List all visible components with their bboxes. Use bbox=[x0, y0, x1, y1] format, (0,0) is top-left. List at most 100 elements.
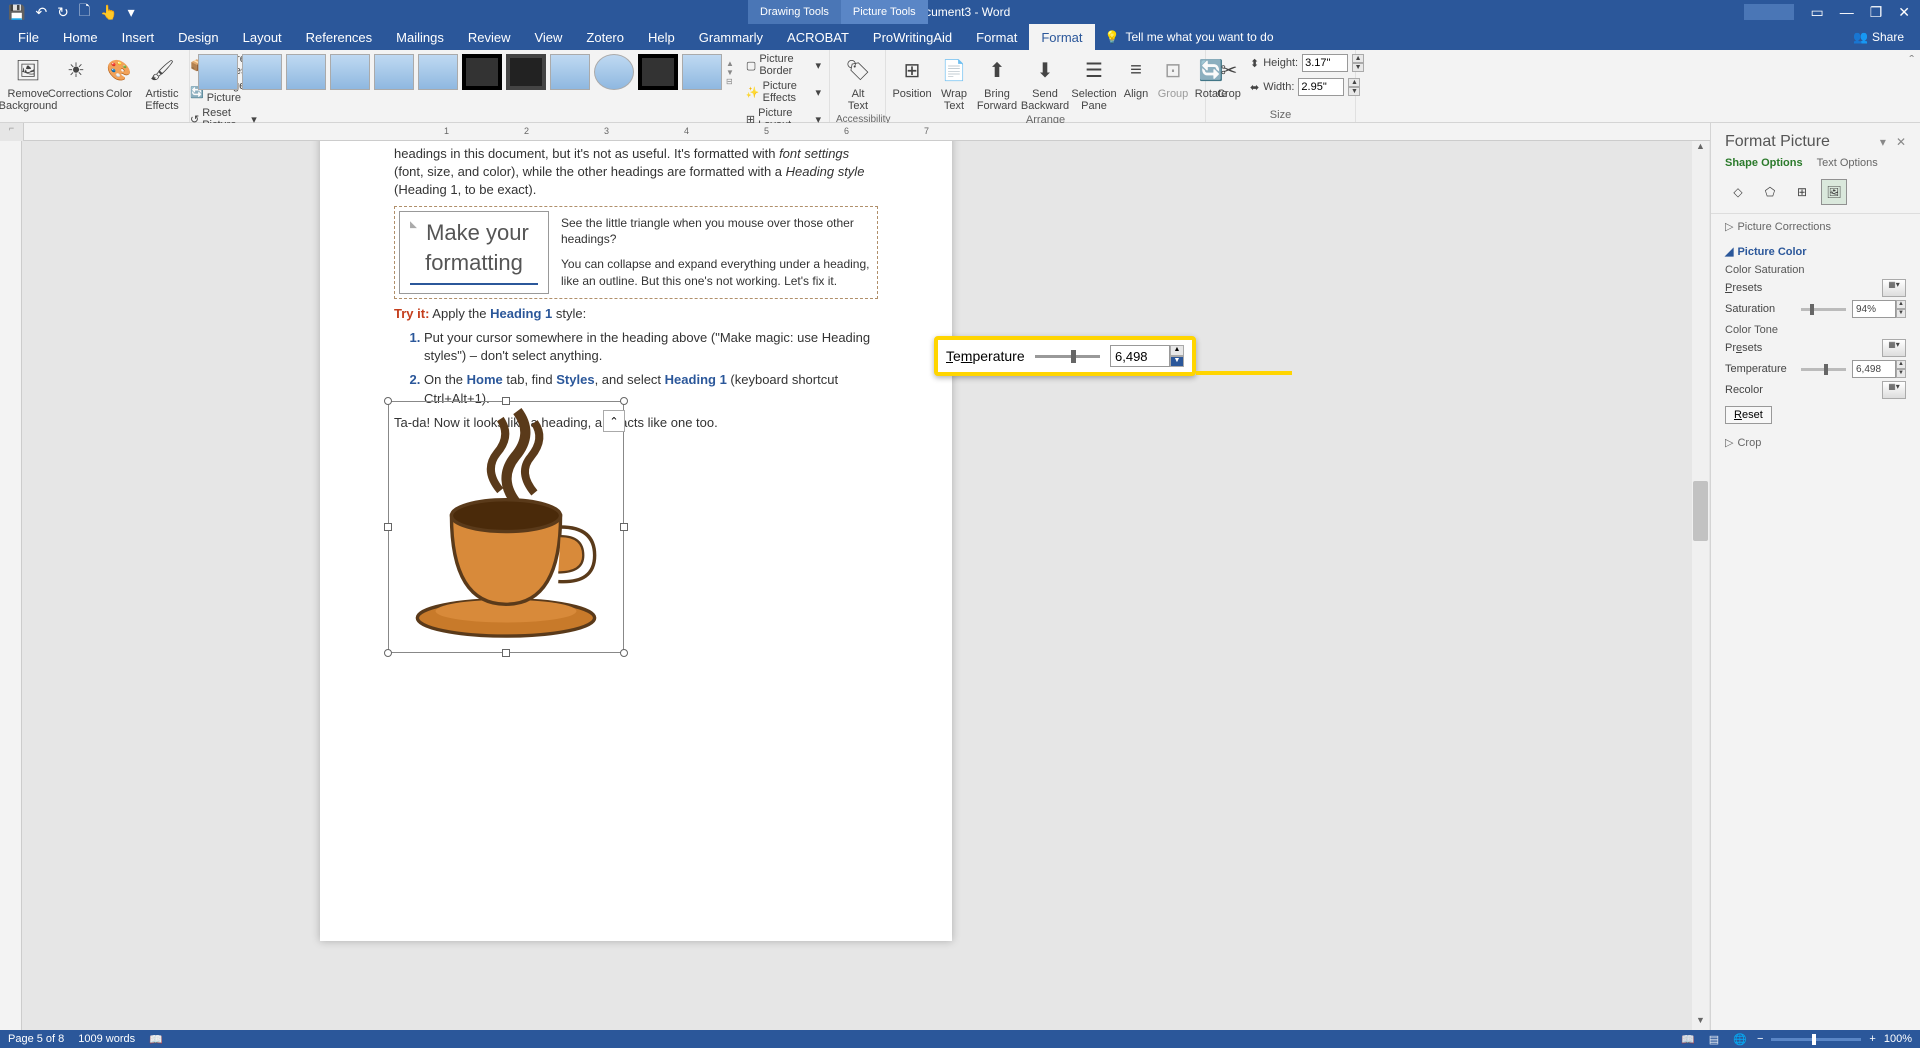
height-input[interactable] bbox=[1302, 54, 1348, 72]
undo-icon[interactable]: ↶ bbox=[35, 4, 47, 21]
style-thumb-8[interactable] bbox=[506, 54, 546, 90]
saturation-down[interactable]: ▼ bbox=[1896, 309, 1906, 318]
saturation-slider[interactable] bbox=[1801, 308, 1846, 311]
saturation-value[interactable]: 94% bbox=[1852, 300, 1896, 318]
zoom-level[interactable]: 100% bbox=[1884, 1033, 1912, 1045]
pane-options-icon[interactable]: ▾ bbox=[1880, 135, 1886, 149]
collapse-ribbon-icon[interactable]: ˆ bbox=[1903, 50, 1920, 122]
recolor-presets-button[interactable]: ▦▾ bbox=[1882, 381, 1906, 399]
tab-format-drawing[interactable]: Format bbox=[964, 24, 1029, 50]
style-thumb-2[interactable] bbox=[242, 54, 282, 90]
selection-pane-button[interactable]: ☰Selection Pane bbox=[1072, 52, 1116, 114]
text-options-tab[interactable]: Text Options bbox=[1817, 157, 1878, 169]
scroll-up-icon[interactable]: ▲ bbox=[1693, 141, 1708, 156]
height-up[interactable]: ▲ bbox=[1352, 54, 1364, 63]
collapse-triangle-icon[interactable]: ◣ bbox=[410, 218, 417, 231]
corrections-button[interactable]: ☀ Corrections bbox=[54, 52, 98, 102]
word-count[interactable]: 1009 words bbox=[78, 1033, 135, 1045]
picture-corrections-header[interactable]: ▷ Picture Corrections bbox=[1725, 220, 1906, 233]
group-button[interactable]: ⊡Group bbox=[1156, 52, 1190, 102]
picture-border-button[interactable]: ▢Picture Border ▾ bbox=[744, 52, 823, 78]
remove-background-button[interactable]: 🖼 Remove Background bbox=[6, 52, 50, 114]
bring-forward-button[interactable]: ⬆Bring Forward bbox=[976, 52, 1018, 114]
web-layout-icon[interactable]: 🌐 bbox=[1731, 1032, 1749, 1046]
picture-color-header[interactable]: ◢ Picture Color bbox=[1725, 245, 1906, 258]
saturation-presets-button[interactable]: ▦▾ bbox=[1882, 279, 1906, 297]
height-down[interactable]: ▼ bbox=[1352, 63, 1364, 72]
tab-zotero[interactable]: Zotero bbox=[574, 24, 636, 50]
artistic-effects-button[interactable]: 🖌 Artistic Effects bbox=[140, 52, 184, 114]
heading-right-cell[interactable]: See the little triangle when you mouse o… bbox=[561, 211, 873, 294]
style-thumb-3[interactable] bbox=[286, 54, 326, 90]
tryit-para[interactable]: Try it: Apply the Heading 1 style: bbox=[394, 305, 878, 323]
tab-acrobat[interactable]: ACROBAT bbox=[775, 24, 861, 50]
resize-handle[interactable] bbox=[384, 649, 392, 657]
picture-tools-tab[interactable]: Picture Tools bbox=[841, 0, 928, 24]
align-button[interactable]: ≡Align bbox=[1120, 52, 1152, 102]
temperature-up[interactable]: ▲ bbox=[1896, 360, 1906, 369]
tab-home[interactable]: Home bbox=[51, 24, 110, 50]
gallery-down-icon[interactable]: ▼ bbox=[726, 68, 734, 77]
picture-styles-gallery[interactable]: ▲ ▼ ⊟ bbox=[196, 52, 736, 92]
width-down[interactable]: ▼ bbox=[1348, 87, 1360, 96]
new-doc-icon[interactable]: 🗋 bbox=[79, 0, 90, 24]
callout-spin-down[interactable]: ▼ bbox=[1170, 356, 1184, 367]
tab-mailings[interactable]: Mailings bbox=[384, 24, 456, 50]
effects-tab-icon[interactable]: ⬠ bbox=[1757, 179, 1783, 205]
tab-design[interactable]: Design bbox=[166, 24, 230, 50]
tab-insert[interactable]: Insert bbox=[110, 24, 167, 50]
tab-file[interactable]: File bbox=[6, 24, 51, 50]
vertical-ruler[interactable] bbox=[0, 141, 22, 1030]
tab-review[interactable]: Review bbox=[456, 24, 523, 50]
style-thumb-9[interactable] bbox=[550, 54, 590, 90]
layout-tab-icon[interactable]: ⊞ bbox=[1789, 179, 1815, 205]
crop-section-header[interactable]: ▷ Crop bbox=[1725, 436, 1906, 449]
layout-options-button[interactable]: ⌃ bbox=[603, 410, 625, 432]
scroll-down-icon[interactable]: ▼ bbox=[1693, 1015, 1708, 1030]
tab-references[interactable]: References bbox=[294, 24, 384, 50]
wrap-text-button[interactable]: 📄Wrap Text bbox=[936, 52, 972, 114]
resize-handle[interactable] bbox=[384, 397, 392, 405]
horizontal-ruler[interactable]: 1234567 bbox=[24, 123, 1920, 141]
style-thumb-11[interactable] bbox=[638, 54, 678, 90]
color-button[interactable]: 🎨 Color bbox=[102, 52, 136, 102]
temperature-value[interactable]: 6,498 bbox=[1852, 360, 1896, 378]
tab-prowritingaid[interactable]: ProWritingAid bbox=[861, 24, 964, 50]
alt-text-button[interactable]: 🏷 Alt Text bbox=[836, 52, 880, 114]
read-mode-icon[interactable]: 📖 bbox=[1679, 1032, 1697, 1046]
zoom-out-icon[interactable]: − bbox=[1757, 1033, 1763, 1045]
width-input[interactable] bbox=[1298, 78, 1344, 96]
tab-format-picture[interactable]: Format bbox=[1029, 24, 1094, 50]
qat-customize-icon[interactable]: ▾ bbox=[128, 4, 135, 21]
crop-button[interactable]: ✂Crop bbox=[1212, 52, 1246, 102]
redo-icon[interactable]: ↻ bbox=[57, 4, 69, 21]
reset-button[interactable]: Reset bbox=[1725, 406, 1772, 424]
send-backward-button[interactable]: ⬇Send Backward bbox=[1022, 52, 1068, 114]
scrollbar-thumb[interactable] bbox=[1693, 481, 1708, 541]
style-thumb-6[interactable] bbox=[418, 54, 458, 90]
callout-slider[interactable] bbox=[1035, 355, 1100, 358]
callout-value[interactable]: 6,498 bbox=[1110, 345, 1170, 367]
saturation-up[interactable]: ▲ bbox=[1896, 300, 1906, 309]
style-thumb-5[interactable] bbox=[374, 54, 414, 90]
resize-handle[interactable] bbox=[620, 397, 628, 405]
minimize-icon[interactable]: — bbox=[1840, 4, 1854, 20]
heading-left-cell[interactable]: ◣ Make yourformatting bbox=[399, 211, 549, 294]
tab-view[interactable]: View bbox=[522, 24, 574, 50]
picture-tab-icon[interactable]: 🖼 bbox=[1821, 179, 1847, 205]
resize-handle[interactable] bbox=[620, 649, 628, 657]
gallery-up-icon[interactable]: ▲ bbox=[726, 59, 734, 68]
spelling-icon[interactable]: 📖 bbox=[149, 1033, 163, 1046]
style-thumb-4[interactable] bbox=[330, 54, 370, 90]
maximize-icon[interactable]: ❐ bbox=[1870, 4, 1883, 21]
tone-presets-button[interactable]: ▦▾ bbox=[1882, 339, 1906, 357]
print-layout-icon[interactable]: ▤ bbox=[1705, 1032, 1723, 1046]
share-button[interactable]: 👥 Share bbox=[1853, 30, 1914, 44]
close-icon[interactable]: ✕ bbox=[1898, 4, 1910, 21]
selected-picture[interactable]: ⌃ bbox=[388, 401, 624, 653]
step-1[interactable]: Put your cursor somewhere in the heading… bbox=[424, 329, 878, 365]
style-thumb-10[interactable] bbox=[594, 54, 634, 90]
temperature-down[interactable]: ▼ bbox=[1896, 369, 1906, 378]
tab-layout[interactable]: Layout bbox=[231, 24, 294, 50]
pane-close-icon[interactable]: ✕ bbox=[1896, 135, 1906, 149]
